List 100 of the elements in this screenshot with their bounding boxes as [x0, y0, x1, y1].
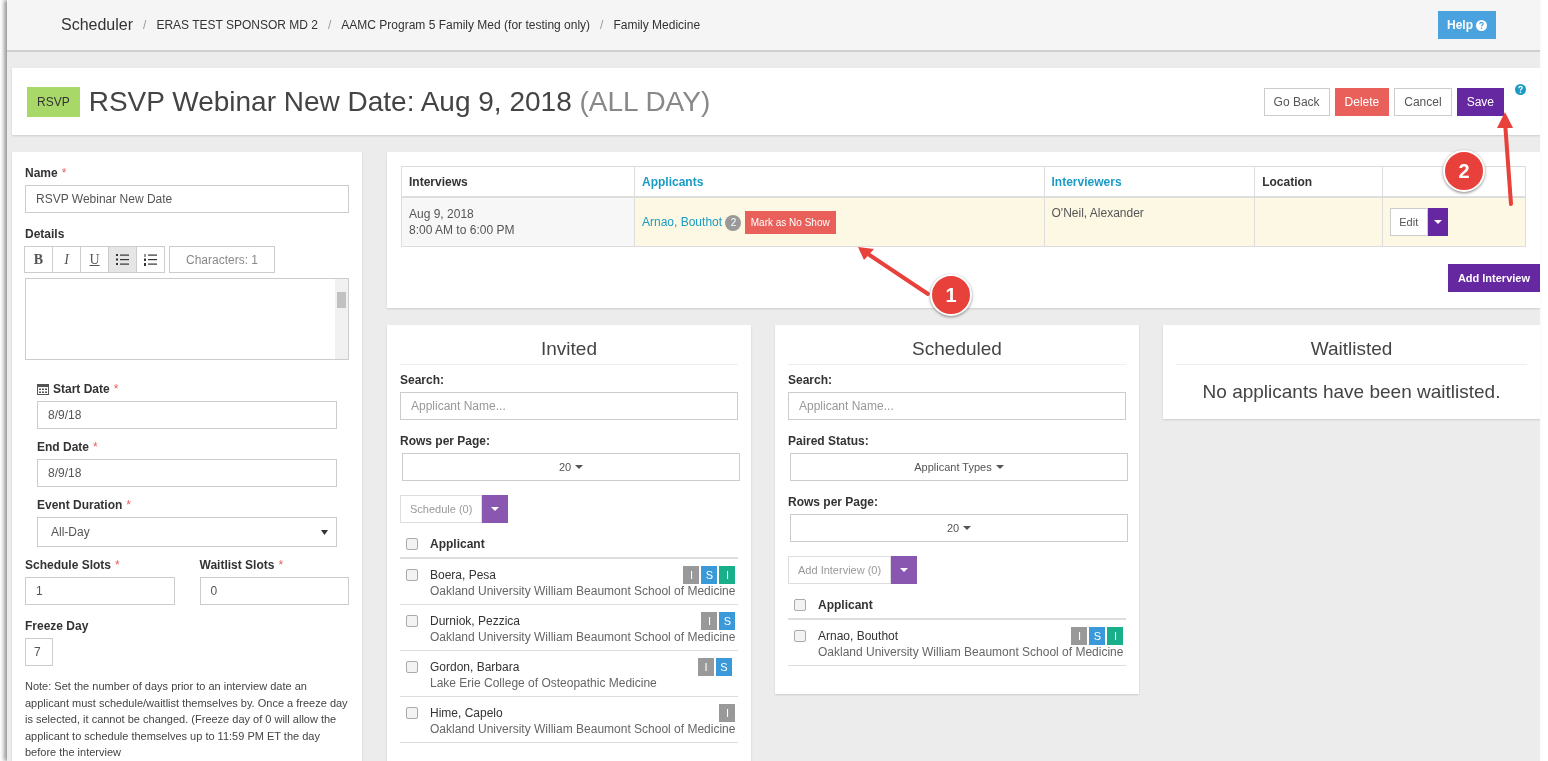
- count-badge: 2: [725, 214, 742, 231]
- status-tag: I: [719, 566, 736, 584]
- status-tag: S: [701, 566, 718, 584]
- applicant-name: Boera, Pesa: [430, 568, 497, 582]
- field-label: Waitlist Slots *: [199, 558, 285, 572]
- breadcrumb-link[interactable]: ERAS TEST SPONSOR MD 2: [156, 18, 318, 32]
- select-all-checkbox[interactable]: [794, 599, 806, 611]
- dropdown-toggle[interactable]: [1427, 208, 1448, 236]
- interview-time: 8:00 AM to 6:00 PM: [409, 222, 516, 238]
- dropdown-toggle[interactable]: [891, 556, 918, 584]
- breadcrumb-separator: /: [600, 18, 604, 32]
- action-button[interactable]: Save: [1456, 87, 1504, 116]
- field-label: Freeze Day: [25, 619, 90, 633]
- breadcrumb-separator: /: [328, 18, 332, 32]
- rows-per-page-dropdown[interactable]: 20: [790, 514, 1128, 542]
- rows-per-page-dropdown[interactable]: 20: [402, 453, 740, 481]
- caret-icon: [900, 568, 909, 572]
- caret-icon: [963, 526, 972, 530]
- row-checkbox[interactable]: [406, 661, 418, 673]
- scrollbar[interactable]: [335, 279, 348, 359]
- caret-icon: [1433, 220, 1442, 224]
- breadcrumb-link[interactable]: Family Medicine: [613, 18, 701, 32]
- dropdown-toggle[interactable]: [482, 495, 509, 523]
- field-label: Details: [25, 227, 66, 241]
- event-title: RSVP Webinar New Date: Aug 9, 2018 (ALL DAY): [88, 85, 711, 118]
- help-icon: [1476, 19, 1487, 31]
- start-date-field[interactable]: 8/9/18: [37, 401, 337, 429]
- schedule-slots-field[interactable]: 1: [25, 577, 175, 605]
- column-header: Applicant: [818, 598, 873, 612]
- column-header: Applicant: [430, 537, 485, 551]
- waitlist-slots-field[interactable]: 0: [199, 577, 349, 605]
- caret-icon: [575, 465, 584, 469]
- details-field[interactable]: [25, 278, 349, 360]
- status-tag: I: [719, 704, 736, 722]
- status-tag: I: [698, 658, 714, 676]
- event-duration-select[interactable]: All-Day: [37, 517, 337, 547]
- search-field[interactable]: Applicant Name...: [400, 392, 738, 420]
- school-name: Lake Erie College of Osteopathic Medicine: [430, 676, 658, 690]
- end-date-field[interactable]: 8/9/18: [37, 459, 337, 487]
- field-label: Start Date *: [37, 382, 337, 396]
- field-label: Rows per Page:: [400, 434, 492, 448]
- caret-icon: [995, 465, 1004, 469]
- field-label: Paired Status:: [788, 434, 870, 448]
- edit-button[interactable]: Edit: [1389, 208, 1428, 236]
- breadcrumb-link[interactable]: AAMC Program 5 Family Med (for testing only): [341, 18, 591, 32]
- character-counter: Characters: 1: [169, 246, 276, 273]
- field-label: Event Duration *: [37, 498, 132, 512]
- applicant-name: Hime, Capelo: [430, 706, 503, 720]
- row-checkbox[interactable]: [406, 569, 418, 581]
- caret-icon: [321, 529, 328, 535]
- bullet-list-icon: [116, 254, 129, 265]
- action-button[interactable]: Cancel: [1394, 87, 1452, 116]
- event-type-badge: RSVP: [27, 86, 80, 117]
- field-label: End Date *: [37, 440, 99, 454]
- row-checkbox[interactable]: [406, 707, 418, 719]
- calendar-icon: [37, 383, 49, 395]
- interviewer-name: O'Neil, Alexander: [1044, 197, 1255, 247]
- status-tag: I: [1071, 627, 1088, 645]
- empty-message: No applicants have been waitlisted.: [1201, 380, 1502, 403]
- status-tag: S: [1089, 627, 1106, 645]
- applicant-name: Gordon, Barbara: [430, 660, 520, 674]
- numbered-list-icon: [144, 253, 157, 266]
- status-tag: S: [719, 612, 736, 630]
- panel-title: Waitlisted: [1176, 325, 1527, 365]
- name-field[interactable]: RSVP Webinar New Date: [25, 185, 349, 213]
- field-label: Name *: [25, 166, 68, 180]
- school-name: Oakland University William Beaumont School of Medicine: [430, 722, 736, 736]
- underline-button[interactable]: U: [80, 246, 109, 273]
- paired-status-dropdown[interactable]: Applicant Types: [790, 453, 1128, 481]
- panel-title: Scheduled: [788, 325, 1126, 365]
- add-interview-button[interactable]: Add Interview: [1447, 264, 1540, 292]
- school-name: Oakland University William Beaumont School of Medicine: [430, 584, 736, 598]
- interview-date: Aug 9, 2018: [409, 206, 475, 222]
- status-tag: I: [701, 612, 718, 630]
- bullet-list-button[interactable]: [108, 246, 137, 273]
- row-checkbox[interactable]: [794, 630, 806, 642]
- help-icon[interactable]: [1515, 84, 1526, 95]
- select-all-checkbox[interactable]: [406, 538, 418, 550]
- freeze-day-field[interactable]: 7: [25, 638, 53, 666]
- status-tag: I: [683, 566, 700, 584]
- row-checkbox[interactable]: [406, 615, 418, 627]
- bold-button[interactable]: B: [24, 246, 53, 273]
- italic-button[interactable]: I: [52, 246, 81, 273]
- field-label: Search:: [788, 373, 834, 387]
- breadcrumb-separator: /: [143, 18, 147, 32]
- status-tag: S: [716, 658, 732, 676]
- school-name: Oakland University William Beaumont School of Medicine: [430, 630, 736, 644]
- action-button[interactable]: Go Back: [1263, 87, 1330, 116]
- numbered-list-button[interactable]: [136, 246, 165, 273]
- panel-title: Invited: [400, 325, 738, 365]
- app-title[interactable]: Scheduler: [61, 16, 134, 34]
- caret-icon: [491, 507, 500, 511]
- field-label: Schedule Slots *: [25, 558, 121, 572]
- school-name: Oakland University William Beaumont School of Medicine: [818, 645, 1124, 659]
- status-tag: I: [1107, 627, 1124, 645]
- applicant-name: Arnao, Bouthot: [818, 629, 899, 643]
- applicant-name: Durniok, Pezzica: [430, 614, 521, 628]
- field-label: Rows per Page:: [788, 495, 880, 509]
- field-label: Search:: [400, 373, 446, 387]
- search-field[interactable]: Applicant Name...: [788, 392, 1126, 420]
